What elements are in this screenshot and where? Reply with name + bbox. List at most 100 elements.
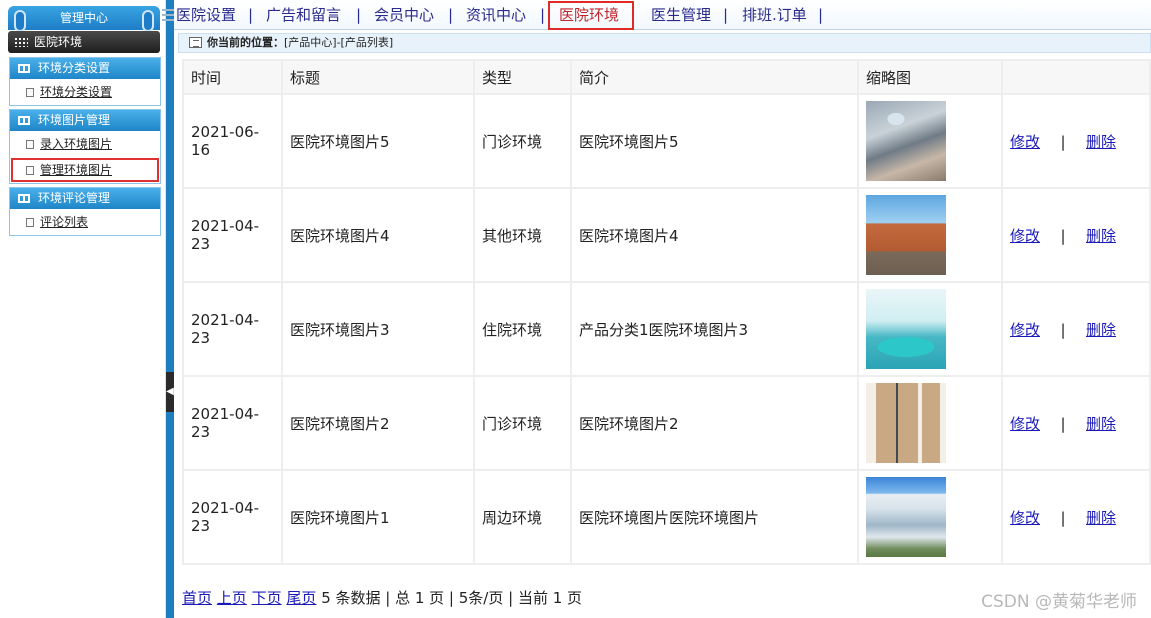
watermark: CSDN @黄菊华老师 bbox=[981, 592, 1137, 612]
edit-link[interactable]: 修改 bbox=[1010, 227, 1040, 245]
column-header-brief: 简介 bbox=[572, 61, 857, 93]
sidebar-group-images: 环境图片管理 录入环境图片 管理环境图片 bbox=[9, 109, 161, 184]
next-page-link[interactable]: 下页 bbox=[252, 589, 282, 607]
cell-date: 2021-04-23 bbox=[184, 283, 281, 375]
table-row: 2021-04-23 医院环境图片4 其他环境 医院环境图片4 修改 | 删除 bbox=[184, 189, 1149, 281]
sidebar-group-title: 环境分类设置 bbox=[38, 61, 111, 75]
edit-link[interactable]: 修改 bbox=[1010, 133, 1040, 151]
binder-ring-icon bbox=[14, 10, 26, 32]
sidebar-item-add-image[interactable]: 录入环境图片 bbox=[10, 131, 160, 157]
cell-title: 医院环境图片3 bbox=[283, 283, 473, 375]
thumbnail-image bbox=[866, 477, 946, 557]
pagination: 首页 上页 下页 尾页 5 条数据 | 总 1 页 | 5条/页 | 当前 1 … bbox=[182, 587, 582, 608]
binder-ring-icon bbox=[142, 10, 154, 32]
sidebar-item-label: 评论列表 bbox=[40, 215, 89, 229]
cell-type: 门诊环境 bbox=[475, 377, 570, 469]
delete-link[interactable]: 删除 bbox=[1086, 227, 1116, 245]
last-page-link[interactable]: 尾页 bbox=[286, 589, 316, 607]
table-row: 2021-04-23 医院环境图片1 周边环境 医院环境图片医院环境图片 修改 |… bbox=[184, 471, 1149, 563]
edit-link[interactable]: 修改 bbox=[1010, 321, 1040, 339]
document-icon bbox=[26, 166, 34, 175]
document-icon bbox=[26, 140, 34, 149]
cell-actions: 修改 | 删除 bbox=[1003, 95, 1149, 187]
prev-page-link[interactable]: 上页 bbox=[217, 589, 247, 607]
nav-item-schedule-orders[interactable]: 排班.订单 bbox=[742, 0, 807, 30]
pagination-summary: 5 条数据 | 总 1 页 | 5条/页 | 当前 1 页 bbox=[321, 589, 583, 607]
delete-link[interactable]: 删除 bbox=[1086, 321, 1116, 339]
table-row: 2021-04-23 医院环境图片3 住院环境 产品分类1医院环境图片3 修改 |… bbox=[184, 283, 1149, 375]
delete-link[interactable]: 删除 bbox=[1086, 509, 1116, 527]
cell-thumbnail bbox=[859, 283, 1001, 375]
sidebar-item-label: 管理环境图片 bbox=[40, 163, 113, 177]
nav-item-hospital-settings[interactable]: 医院设置 bbox=[176, 0, 236, 30]
cell-actions: 修改 | 删除 bbox=[1003, 377, 1149, 469]
action-separator: | bbox=[1060, 320, 1066, 339]
cell-thumbnail bbox=[859, 189, 1001, 281]
nav-item-doctors[interactable]: 医生管理 bbox=[651, 0, 711, 30]
cell-date: 2021-04-23 bbox=[184, 189, 281, 281]
panel-icon bbox=[18, 194, 30, 203]
edit-link[interactable]: 修改 bbox=[1010, 415, 1040, 433]
nav-separator: | bbox=[723, 6, 729, 24]
cell-title: 医院环境图片5 bbox=[283, 95, 473, 187]
cell-thumbnail bbox=[859, 471, 1001, 563]
action-separator: | bbox=[1060, 226, 1066, 245]
sidebar-group-header[interactable]: 环境评论管理 bbox=[10, 188, 160, 209]
sidebar-item-comment-list[interactable]: 评论列表 bbox=[10, 209, 160, 235]
panel-icon bbox=[18, 116, 30, 125]
column-header-time: 时间 bbox=[184, 61, 281, 93]
action-separator: | bbox=[1060, 508, 1066, 527]
location-icon bbox=[189, 37, 202, 48]
document-icon bbox=[26, 218, 34, 227]
thumbnail-image bbox=[866, 195, 946, 275]
table-row: 2021-06-16 医院环境图片5 门诊环境 医院环境图片5 修改 | 删除 bbox=[184, 95, 1149, 187]
sidebar-item-manage-images[interactable]: 管理环境图片 bbox=[10, 157, 160, 183]
cell-title: 医院环境图片2 bbox=[283, 377, 473, 469]
sidebar: 管理中心 医院环境 环境分类设置 环境分类设置 环境图片管理 录入环境图片 管理… bbox=[0, 0, 166, 618]
collapse-arrow-icon[interactable]: ◀ bbox=[166, 372, 174, 412]
nav-item-members[interactable]: 会员中心 bbox=[374, 0, 434, 30]
document-icon bbox=[26, 88, 34, 97]
action-separator: | bbox=[1060, 414, 1066, 433]
app-root: 管理中心 医院环境 环境分类设置 环境分类设置 环境图片管理 录入环境图片 管理… bbox=[0, 0, 1151, 618]
cell-type: 门诊环境 bbox=[475, 95, 570, 187]
sidebar-current-label: 医院环境 bbox=[34, 35, 83, 49]
sidebar-splitter[interactable] bbox=[166, 0, 174, 618]
cell-type: 住院环境 bbox=[475, 283, 570, 375]
sidebar-current-module[interactable]: 医院环境 bbox=[8, 31, 160, 53]
cell-actions: 修改 | 删除 bbox=[1003, 189, 1149, 281]
breadcrumb-path: [产品中心]-[产品列表] bbox=[284, 36, 394, 49]
image-table: 时间 标题 类型 简介 缩略图 2021-06-16 医院环境图片5 门诊环境 … bbox=[182, 59, 1151, 565]
sidebar-item-category-settings[interactable]: 环境分类设置 bbox=[10, 79, 160, 105]
edit-link[interactable]: 修改 bbox=[1010, 509, 1040, 527]
cell-actions: 修改 | 删除 bbox=[1003, 471, 1149, 563]
cell-title: 医院环境图片4 bbox=[283, 189, 473, 281]
grid-icon bbox=[14, 37, 28, 47]
thumbnail-image bbox=[866, 289, 946, 369]
column-header-title: 标题 bbox=[283, 61, 473, 93]
cell-brief: 医院环境图片医院环境图片 bbox=[572, 471, 857, 563]
nav-separator: | bbox=[818, 6, 824, 24]
nav-separator: | bbox=[448, 6, 454, 24]
cell-brief: 医院环境图片4 bbox=[572, 189, 857, 281]
panel-icon bbox=[18, 64, 30, 73]
column-header-type: 类型 bbox=[475, 61, 570, 93]
delete-link[interactable]: 删除 bbox=[1086, 133, 1116, 151]
sidebar-item-label: 环境分类设置 bbox=[40, 85, 113, 99]
sidebar-group-header[interactable]: 环境分类设置 bbox=[10, 58, 160, 79]
cell-title: 医院环境图片1 bbox=[283, 471, 473, 563]
sidebar-group-title: 环境评论管理 bbox=[38, 191, 111, 205]
nav-item-ads-messages[interactable]: 广告和留言 bbox=[266, 0, 341, 30]
action-separator: | bbox=[1060, 132, 1066, 151]
cell-date: 2021-06-16 bbox=[184, 95, 281, 187]
menu-lines-icon bbox=[162, 9, 174, 21]
sidebar-group-header[interactable]: 环境图片管理 bbox=[10, 110, 160, 131]
nav-separator: | bbox=[248, 6, 254, 24]
thumbnail-image bbox=[866, 383, 946, 463]
table-row: 2021-04-23 医院环境图片2 门诊环境 医院环境图片2 修改 | 删除 bbox=[184, 377, 1149, 469]
cell-thumbnail bbox=[859, 377, 1001, 469]
nav-item-news[interactable]: 资讯中心 bbox=[466, 0, 526, 30]
first-page-link[interactable]: 首页 bbox=[182, 589, 212, 607]
column-header-thumbnail: 缩略图 bbox=[859, 61, 1001, 93]
delete-link[interactable]: 删除 bbox=[1086, 415, 1116, 433]
